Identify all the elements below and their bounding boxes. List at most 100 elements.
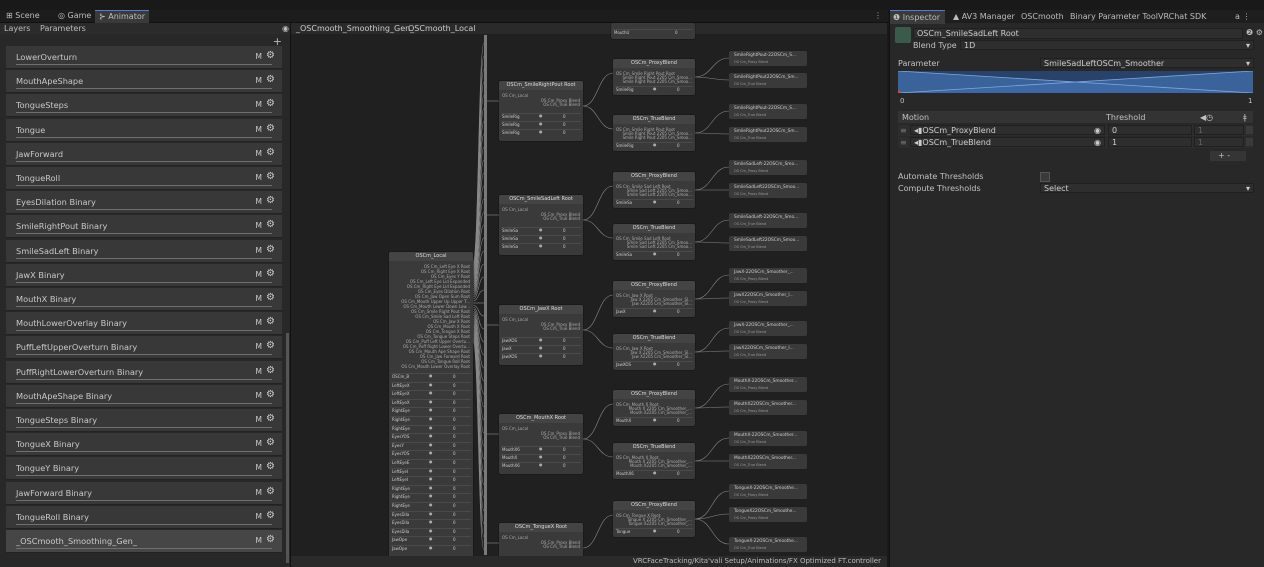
layer-item[interactable]: EyesDilation Binary M ⚙ — [6, 191, 282, 215]
node-blend[interactable]: OSCm_ProxyBlend OS Cm_Smile Sad Left Root… — [613, 172, 695, 208]
mirror-checkbox[interactable] — [1246, 138, 1253, 146]
layer-item[interactable]: TongueRoll Binary M ⚙ — [6, 505, 282, 529]
node-root[interactable]: OSCm_SmileRightPout Root OS Cm_Local OS Cm… — [499, 81, 583, 141]
node-param-row[interactable]: RightEye ● 0 — [391, 424, 471, 432]
node-blend[interactable]: OSCm_TrueBlend OS Cm_Jaw X Root Jaw X 2205… — [613, 334, 695, 370]
tab-inspector[interactable]: ❶ Inspector — [890, 10, 945, 24]
gear-icon[interactable]: ⚙ — [266, 195, 275, 206]
layer-item[interactable]: SmileRightPout Binary M ⚙ — [6, 215, 282, 239]
node-param-row[interactable]: JawXOS ● 0 — [501, 337, 581, 344]
object-name-field[interactable]: OSCm_SmileSadLeft Root — [913, 28, 1243, 39]
tab-animator[interactable]: ⊱ Animator — [95, 10, 150, 23]
node-motion-clip[interactable]: SmileRightPout22OSCm_Sm... OS Cm_True Ble… — [729, 73, 807, 88]
layer-item[interactable]: MouthApeShape M ⚙ — [6, 70, 282, 94]
node-param-row[interactable]: SmileSa ● 0 — [615, 199, 693, 206]
node-motion-clip[interactable]: MouthX22OSCm_Smoother... OS Cm_True Blend — [729, 454, 807, 469]
node-param-row[interactable]: LeftEyeI ● 0 — [391, 467, 471, 475]
gear-icon[interactable]: ⚙ — [266, 389, 275, 400]
speed-field[interactable]: 1 — [1194, 137, 1244, 147]
gear-icon[interactable]: ⚙ — [266, 316, 275, 327]
gear-icon[interactable]: ⚙ — [266, 147, 275, 158]
node-param-row[interactable]: MouthX ● 0 — [501, 454, 581, 461]
node-motion-clip[interactable]: MouthX22OSCm_Smoother... OS Cm_Proxy Blen… — [729, 400, 807, 415]
node-motion-clip[interactable]: JawX-22OSCm_Smoother_... OS Cm_Proxy Blen… — [729, 268, 807, 283]
motion-field[interactable]: ◂▮OSCm_TrueBlend ◉ — [910, 137, 1105, 147]
layer-item[interactable]: MouthApeShape Binary M ⚙ — [6, 384, 282, 408]
node-param-row[interactable]: Tongue ● 0 — [615, 528, 693, 535]
node-param-row[interactable]: JawXOS ● 0 — [615, 361, 693, 368]
layer-item[interactable]: MouthLowerOverlay Binary M ⚙ — [6, 312, 282, 336]
gear-icon[interactable]: ⚙ — [266, 461, 275, 472]
node-motion-clip[interactable]: JawX22OSCm_Smoother_I... OS Cm_Proxy Blen… — [729, 291, 807, 306]
node-motion-clip[interactable]: TongueX-22OSCm_Smoothe... OS Cm_Proxy Ble… — [729, 484, 807, 499]
node-param-row[interactable]: JawXOS ● 0 — [501, 353, 581, 360]
layer-item[interactable]: MouthX Binary M ⚙ — [6, 288, 282, 311]
gear-icon[interactable]: ⚙ — [266, 98, 275, 109]
node-param-row[interactable]: EyesYOS ● 0 — [391, 433, 471, 440]
tab-scene[interactable]: ⊞ Scene — [2, 10, 44, 22]
node-blend[interactable]: OSCm_ProxyBlend OS Cm_Tongue X Root Tongue… — [613, 501, 695, 537]
node-param-row[interactable]: SmileSa ● 0 — [501, 243, 581, 250]
node-param-row[interactable]: RightEye ● 0 — [391, 407, 471, 414]
layer-item[interactable]: Tongue M ⚙ — [6, 118, 282, 142]
node-param-row[interactable]: SmileRig ● 0 — [501, 113, 581, 120]
speed-field[interactable]: 1 — [1194, 125, 1244, 135]
gear-icon[interactable]: ⚙ — [266, 219, 275, 230]
gear-icon[interactable]: ⚙ — [266, 50, 275, 61]
node-param-row[interactable]: SmileSa ● 0 — [501, 227, 581, 234]
gear-icon[interactable]: ⚙ — [266, 292, 275, 303]
node-param-row[interactable]: EyesYOS ● 0 — [391, 450, 471, 457]
layer-item[interactable]: TongueX Binary M ⚙ — [6, 433, 282, 457]
threshold-field[interactable]: 0 — [1108, 125, 1192, 135]
node-param-row[interactable]: SmileRig ● 0 — [501, 129, 581, 136]
node-param-row[interactable]: SmileRig ● 0 — [615, 86, 693, 93]
node-motion-clip[interactable]: SmileSadLeft22OSCm_Smoo... OS Cm_Proxy Bl… — [729, 183, 807, 198]
node-root[interactable]: OSCm_MouthX Root OS Cm_Local OS Cm_Proxy B… — [499, 414, 583, 474]
layer-item[interactable]: PuffRightLowerOverturn Binary M ⚙ — [6, 360, 282, 384]
node-param-row[interactable]: SmileSa ● 0 — [615, 251, 693, 258]
node-blend[interactable]: OSCm_ProxyBlend OS Cm_Jaw X Root Jaw X 220… — [613, 281, 695, 317]
layer-item[interactable]: JawX Binary M ⚙ — [6, 263, 282, 287]
node-blend[interactable]: OSCm_ProxyBlend OS Cm_Smile Right Pout Ro… — [613, 59, 695, 95]
node-param-row[interactable]: RightEye ● 0 — [391, 502, 471, 509]
node-param-row[interactable]: EyesY ● 0 — [391, 441, 471, 449]
node-param-row[interactable]: LeftEyeI ● 0 — [391, 476, 471, 483]
node-param-row[interactable]: MouthX6 ● 0 — [501, 462, 581, 469]
blend-type-select[interactable]: 1D ▾ — [960, 40, 1254, 50]
node-param-row[interactable]: MouthU 0 — [613, 29, 693, 36]
gear-icon[interactable]: ⚙ — [266, 437, 275, 448]
node-blend[interactable]: OSCm_ProxyBlend OS Cm_Mouth X Root Mouth X… — [613, 390, 695, 426]
node-param-row[interactable]: JawX ● 0 — [501, 345, 581, 352]
node-param-row[interactable]: LeftEyeX ● 0 — [391, 398, 471, 406]
window-menu-icon[interactable]: ⋮ — [870, 10, 886, 22]
node-param-row[interactable]: LeftEyeX ● 0 — [391, 390, 471, 397]
parameter-select[interactable]: SmileSadLeftOSCm_Smoother ▾ — [1040, 58, 1254, 68]
gear-icon[interactable]: ⚙ — [266, 365, 275, 376]
node-motion-clip[interactable]: SmileSadLeft22OSCm_Smoo... OS Cm_True Ble… — [729, 236, 807, 251]
node-param-row[interactable]: MouthX6 ● 0 — [501, 446, 581, 453]
gear-icon[interactable]: ⚙ — [266, 510, 275, 521]
tab-game[interactable]: ◎ Game — [54, 10, 95, 22]
node-motion-clip[interactable]: SmileRightPout22OSCm_Sm... OS Cm_True Ble… — [729, 127, 807, 142]
node-param-row[interactable]: MouthX6 ● 0 — [615, 470, 693, 477]
node-param-row[interactable]: OSCm_B ● 0 — [391, 373, 471, 380]
tab-oscmooth[interactable]: OSCmooth — [1021, 10, 1064, 23]
node-motion-clip[interactable]: SmileSadLeft-22OSCm_Smo... OS Cm_True Ble… — [729, 213, 807, 228]
node-partial[interactable]: MouthU 0 — [611, 23, 695, 39]
tab-parameters[interactable]: Parameters — [40, 23, 86, 34]
node-motion-clip[interactable]: SmileRightPout-22OSCm_S... OS Cm_Proxy Bl… — [729, 51, 807, 66]
drag-handle-icon[interactable]: ≡ — [900, 138, 907, 147]
node-param-row[interactable]: SmileRig ● 0 — [615, 142, 693, 149]
node-param-row[interactable]: LeftEyeX ● 0 — [391, 381, 471, 389]
gear-icon[interactable]: ⚙ — [266, 74, 275, 85]
node-param-row[interactable]: RightEye ● 0 — [391, 416, 471, 423]
layer-item[interactable]: TongueRoll M ⚙ — [6, 167, 282, 190]
node-motion-clip[interactable]: TongueX-22OSCm_Smoothe... OS Cm_True Blen… — [729, 537, 807, 552]
inspector-menu-icon[interactable]: a ⋮ — [1235, 10, 1250, 23]
motion-field[interactable]: ◂▮OSCm_ProxyBlend ◉ — [910, 125, 1105, 135]
tab-binary-parameter-tool[interactable]: Binary Parameter Tool — [1070, 10, 1158, 23]
node-blend[interactable]: OSCm_TrueBlend OS Cm_Smile Sad Left Root S… — [613, 224, 695, 260]
help-icon[interactable]: ❷ ⚙ — [1246, 28, 1263, 37]
blend-visualizer[interactable] — [898, 71, 1253, 93]
drag-handle-icon[interactable]: ≡ — [900, 126, 907, 135]
